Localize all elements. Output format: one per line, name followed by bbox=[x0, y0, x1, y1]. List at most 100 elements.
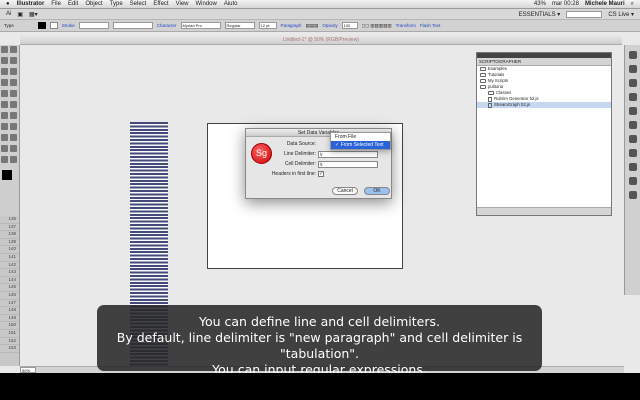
character-link[interactable]: Character bbox=[157, 23, 177, 28]
menu-window[interactable]: Window bbox=[196, 1, 217, 7]
spotlight-icon[interactable]: ⌕ bbox=[631, 1, 634, 8]
row-number: 149 bbox=[0, 315, 19, 323]
swatches-panel-icon[interactable] bbox=[628, 65, 637, 73]
arrange-icon[interactable]: ▦▾ bbox=[29, 11, 38, 18]
align-icons[interactable]: ▤▤▤ bbox=[306, 23, 319, 29]
direct-selection-tool-icon[interactable] bbox=[10, 46, 17, 53]
caption-line: You can define line and cell delimiters. bbox=[199, 314, 440, 329]
font-size-input[interactable]: 12 pt bbox=[258, 22, 277, 29]
brush-tool-icon[interactable] bbox=[1, 90, 8, 97]
menu-edit[interactable]: Edit bbox=[68, 1, 78, 7]
panel-footer-buttons[interactable] bbox=[477, 207, 611, 215]
stroke-panel-icon[interactable] bbox=[628, 107, 637, 115]
graph-tool-icon[interactable] bbox=[10, 123, 17, 130]
row-number: 141 bbox=[0, 254, 19, 262]
option-from-selected-text[interactable]: ✓ From Selected Text bbox=[331, 141, 390, 149]
warp-tool-icon[interactable] bbox=[1, 112, 8, 119]
symbol-tool-icon[interactable] bbox=[1, 123, 8, 130]
menu-app[interactable]: Illustrator bbox=[17, 1, 45, 7]
stroke-link[interactable]: Stroke bbox=[62, 23, 75, 28]
mesh-tool-icon[interactable] bbox=[1, 134, 8, 141]
menu-object[interactable]: Object bbox=[85, 1, 102, 7]
help-search-input[interactable] bbox=[566, 10, 603, 18]
data-source-label: Data Source: bbox=[286, 141, 316, 147]
symbols-panel-icon[interactable] bbox=[628, 93, 637, 101]
document-tab[interactable]: Untitled-1* @ 50% (RGB/Preview) bbox=[20, 35, 622, 45]
row-number: 151 bbox=[0, 330, 19, 338]
menu-bar: ● Illustrator File Edit Object Type Sele… bbox=[0, 0, 640, 9]
type-tool-icon[interactable] bbox=[10, 68, 17, 75]
zoom-tool-icon[interactable] bbox=[10, 156, 17, 163]
cell-delimiter-label: Cell Delimiter: bbox=[284, 161, 316, 167]
menu-effect[interactable]: Effect bbox=[153, 1, 168, 7]
menu-help[interactable]: Aiuto bbox=[224, 1, 238, 7]
menu-view[interactable]: View bbox=[176, 1, 189, 7]
line-tool-icon[interactable] bbox=[1, 79, 8, 86]
align-objects-icons[interactable]: ◻◻ ▥▥▥▥▥ bbox=[362, 23, 392, 29]
tools-panel bbox=[0, 45, 20, 235]
clock[interactable]: mar 00:28 bbox=[552, 1, 579, 8]
artboards-panel-icon[interactable] bbox=[628, 191, 637, 199]
hand-tool-icon[interactable] bbox=[1, 156, 8, 163]
paragraph-link[interactable]: Paragraph bbox=[281, 23, 302, 28]
lasso-tool-icon[interactable] bbox=[10, 57, 17, 64]
opacity-input[interactable]: 100 bbox=[341, 22, 358, 29]
brushes-panel-icon[interactable] bbox=[628, 79, 637, 87]
pen-tool-icon[interactable] bbox=[1, 68, 8, 75]
gradient-tool-icon[interactable] bbox=[10, 134, 17, 141]
data-source-dropdown[interactable]: From File ✓ From Selected Text bbox=[330, 132, 391, 150]
appearance-panel-icon[interactable] bbox=[628, 149, 637, 157]
rectangle-tool-icon[interactable] bbox=[10, 79, 17, 86]
transform-link[interactable]: Transform bbox=[396, 23, 416, 28]
free-transform-tool-icon[interactable] bbox=[10, 112, 17, 119]
font-style-select[interactable]: Regular bbox=[224, 22, 255, 29]
script-list: Examples Tutorials My Scripts pulitoria Clas… bbox=[477, 66, 611, 211]
row-number: 139 bbox=[0, 239, 19, 247]
font-select[interactable]: Myriad Pro bbox=[180, 22, 221, 29]
layers-panel-icon[interactable] bbox=[628, 177, 637, 185]
folder-icon bbox=[488, 91, 494, 95]
headers-checkbox[interactable]: ✓ bbox=[318, 171, 324, 177]
battery-status[interactable]: 43% bbox=[534, 1, 546, 8]
row-number: 148 bbox=[0, 307, 19, 315]
stroke-weight-input[interactable] bbox=[78, 22, 109, 29]
workspace-switcher[interactable]: ESSENTIALS ▾ bbox=[519, 11, 561, 18]
stroke-swatch[interactable] bbox=[49, 22, 58, 29]
row-number: 137 bbox=[0, 224, 19, 232]
pencil-tool-icon[interactable] bbox=[10, 90, 17, 97]
row-number: 143 bbox=[0, 269, 19, 277]
menu-file[interactable]: File bbox=[51, 1, 61, 7]
gradient-panel-icon[interactable] bbox=[628, 121, 637, 129]
row-number: 138 bbox=[0, 231, 19, 239]
panel-tab[interactable]: SCRIPTOGRAPHER bbox=[477, 58, 611, 66]
style-select[interactable] bbox=[112, 22, 153, 29]
user-name[interactable]: Michele Mauri bbox=[585, 1, 625, 8]
blend-tool-icon[interactable] bbox=[10, 145, 17, 152]
bridge-icon[interactable]: ▣ bbox=[17, 11, 23, 18]
fill-color-icon[interactable] bbox=[2, 170, 12, 180]
opacity-link[interactable]: Opacity bbox=[322, 23, 337, 28]
scale-tool-icon[interactable] bbox=[10, 101, 17, 108]
apple-icon[interactable]: ● bbox=[6, 1, 10, 7]
scriptographer-panel: SCRIPTOGRAPHER Examples Tutorials My Scrip… bbox=[476, 52, 612, 216]
fill-swatch[interactable] bbox=[37, 22, 46, 29]
selection-tool-icon[interactable] bbox=[1, 46, 8, 53]
magic-wand-tool-icon[interactable] bbox=[1, 57, 8, 64]
cell-delimiter-input[interactable]: \t bbox=[318, 161, 378, 168]
option-from-file[interactable]: From File bbox=[331, 133, 390, 141]
flash-text-link[interactable]: Flash Text bbox=[420, 23, 440, 28]
script-list-item[interactable]: StreamGraph b3.js bbox=[477, 102, 611, 108]
menu-select[interactable]: Select bbox=[130, 1, 147, 7]
row-number: 142 bbox=[0, 262, 19, 270]
transparency-panel-icon[interactable] bbox=[628, 135, 637, 143]
color-panel-icon[interactable] bbox=[628, 51, 637, 59]
rotate-tool-icon[interactable] bbox=[1, 101, 8, 108]
line-delimiter-input[interactable]: \r bbox=[318, 151, 378, 158]
cancel-button[interactable]: Cancel bbox=[332, 187, 358, 195]
menu-type[interactable]: Type bbox=[110, 1, 123, 7]
eyedropper-tool-icon[interactable] bbox=[1, 145, 8, 152]
row-number: 150 bbox=[0, 322, 19, 330]
graphic-styles-panel-icon[interactable] bbox=[628, 163, 637, 171]
ok-button[interactable]: OK bbox=[364, 187, 390, 195]
cs-live-button[interactable]: CS Live ▾ bbox=[608, 11, 634, 18]
